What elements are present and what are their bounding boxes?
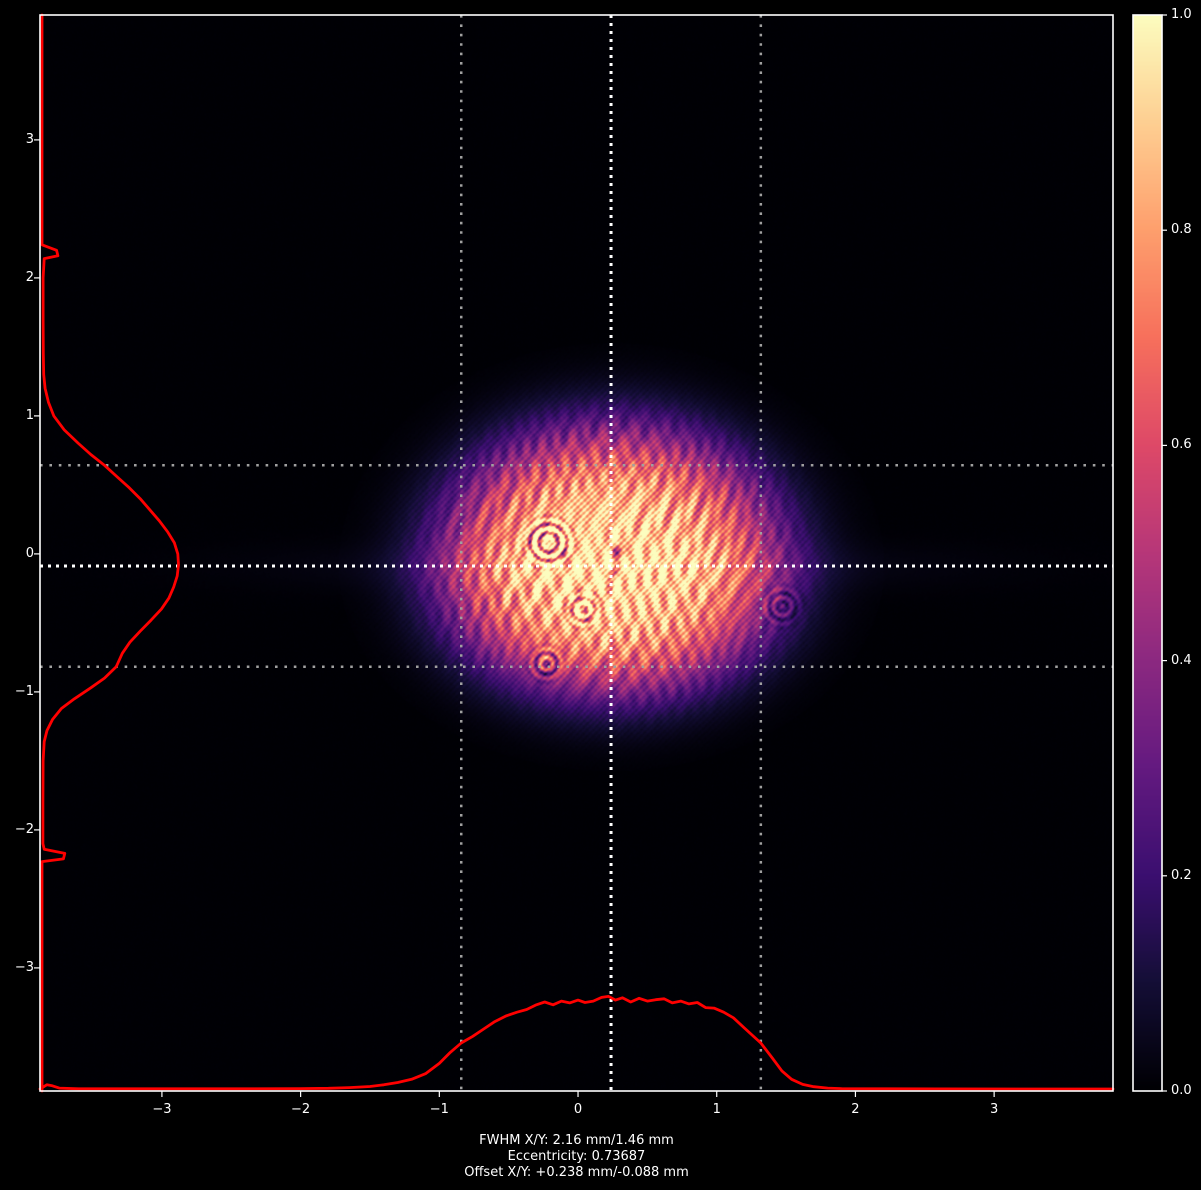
- beam-image: [40, 15, 1113, 1091]
- y-tick-label: 0: [0, 546, 34, 562]
- stats-block: FWHM X/Y: 2.16 mm/1.46 mm Eccentricity: …: [40, 1133, 1113, 1182]
- x-tick-label: −2: [279, 1102, 323, 1118]
- stats-fwhm: FWHM X/Y: 2.16 mm/1.46 mm: [40, 1133, 1113, 1149]
- x-tick-label: 1: [695, 1102, 739, 1118]
- x-tick-label: 3: [972, 1102, 1016, 1118]
- colorbar-tick-label: 0.6: [1171, 437, 1201, 453]
- y-tick-label: 3: [0, 132, 34, 148]
- y-tick-label: −2: [0, 822, 34, 838]
- colorbar-tick-label: 0.8: [1171, 222, 1201, 238]
- beam-profiler-figure: −3 −2 −1 0 1 2 3 −3 −2 −1 0 1 2 3 0.0 0.2 0.4 0.6 0.8 1.0 F…: [0, 0, 1201, 1190]
- y-tick-label: 2: [0, 270, 34, 286]
- y-tick-label: 1: [0, 408, 34, 424]
- stats-eccentricity: Eccentricity: 0.73687: [40, 1149, 1113, 1165]
- x-tick-label: 0: [556, 1102, 600, 1118]
- colorbar-tick-label: 0.0: [1171, 1083, 1201, 1099]
- y-tick-label: −1: [0, 684, 34, 700]
- stats-offset: Offset X/Y: +0.238 mm/-0.088 mm: [40, 1165, 1113, 1181]
- x-tick-label: 2: [833, 1102, 877, 1118]
- y-tick-label: −3: [0, 960, 34, 976]
- colorbar-tick-label: 0.2: [1171, 868, 1201, 884]
- x-tick-label: −1: [417, 1102, 461, 1118]
- x-tick-label: −3: [140, 1102, 184, 1118]
- colorbar-gradient: [1133, 15, 1162, 1091]
- colorbar-tick-label: 1.0: [1171, 7, 1201, 23]
- colorbar-tick-label: 0.4: [1171, 653, 1201, 669]
